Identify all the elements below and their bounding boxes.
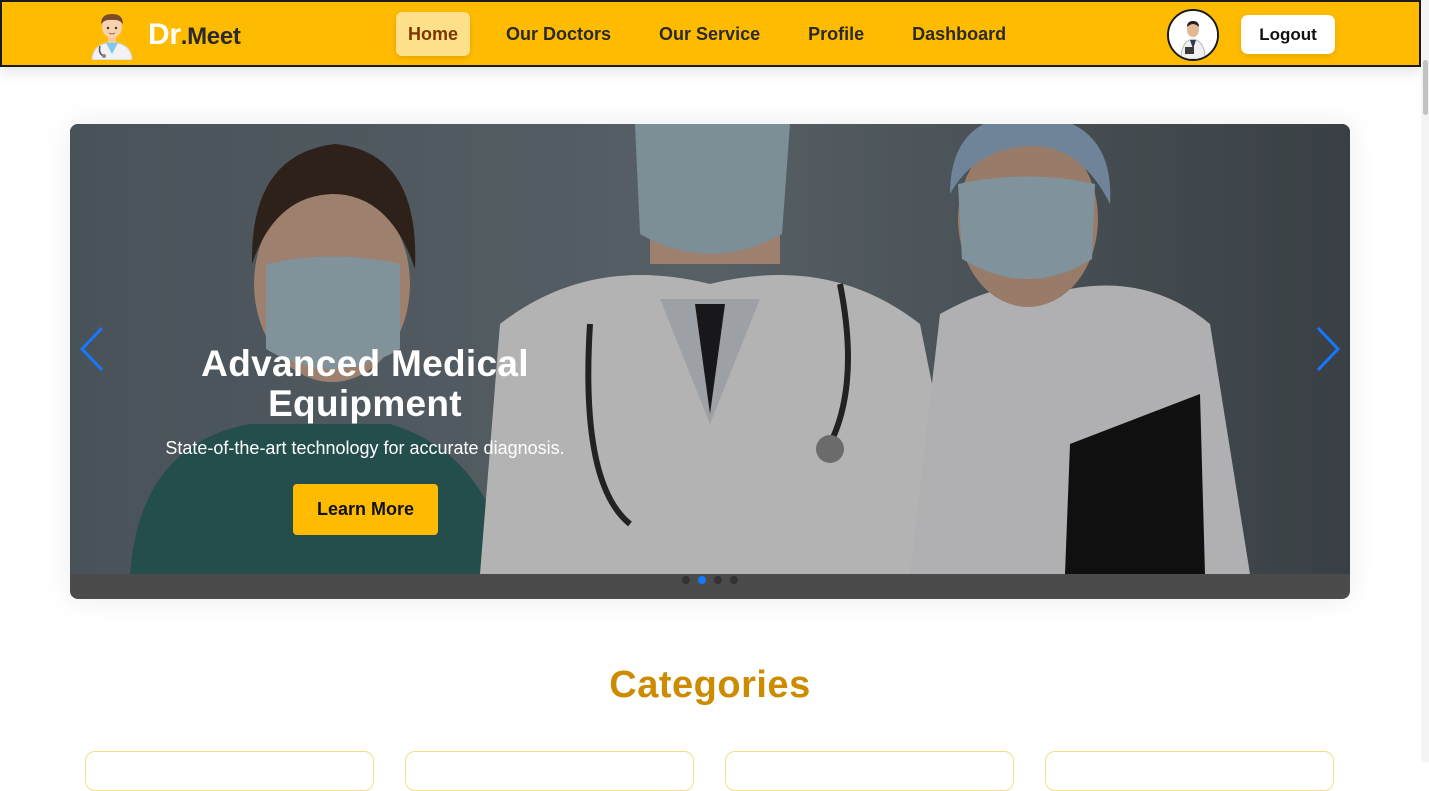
doctor-avatar-icon: [91, 14, 133, 60]
brand-prefix: Dr: [148, 18, 181, 51]
chevron-right-icon[interactable]: [1310, 324, 1344, 374]
chevron-left-icon[interactable]: [76, 324, 110, 374]
navbar: Dr.Meet Home Our Doctors Our Service Pro…: [0, 0, 1421, 67]
brand-name: Dr.Meet: [148, 18, 241, 52]
learn-more-button[interactable]: Learn More: [293, 484, 438, 535]
logout-button[interactable]: Logout: [1241, 15, 1335, 54]
user-avatar-icon: [1169, 11, 1217, 59]
slide-subtitle: State-of-the-art technology for accurate…: [165, 438, 565, 458]
nav-link-profile[interactable]: Profile: [796, 12, 876, 56]
category-card[interactable]: [85, 751, 374, 791]
category-card[interactable]: [1045, 751, 1334, 791]
brand[interactable]: Dr.Meet: [86, 10, 241, 60]
carousel-dot[interactable]: [714, 576, 722, 584]
nav-link-our-doctors[interactable]: Our Doctors: [494, 12, 623, 56]
categories-heading: Categories: [609, 664, 811, 706]
carousel-dot[interactable]: [730, 576, 738, 584]
brand-suffix: .Meet: [180, 23, 241, 50]
nav-link-home[interactable]: Home: [396, 12, 471, 56]
category-card[interactable]: [725, 751, 1014, 791]
carousel-slide: Advanced Medical Equipment State-of-the-…: [70, 124, 1350, 574]
slide-caption: Advanced Medical Equipment State-of-the-…: [130, 344, 600, 459]
nav-link-dashboard[interactable]: Dashboard: [900, 12, 1018, 56]
nav-link-our-service[interactable]: Our Service: [647, 12, 772, 56]
scrollbar-thumb[interactable]: [1423, 60, 1428, 115]
carousel-dots: [682, 576, 746, 584]
hero-carousel: Advanced Medical Equipment State-of-the-…: [70, 124, 1350, 599]
carousel-dot[interactable]: [682, 576, 690, 584]
category-card[interactable]: [405, 751, 694, 791]
nav-links: Home Our Doctors Our Service Profile Das…: [396, 12, 1042, 56]
carousel-dot-active[interactable]: [698, 576, 706, 584]
profile-avatar[interactable]: [1167, 9, 1219, 61]
slide-title: Advanced Medical Equipment: [201, 343, 529, 424]
